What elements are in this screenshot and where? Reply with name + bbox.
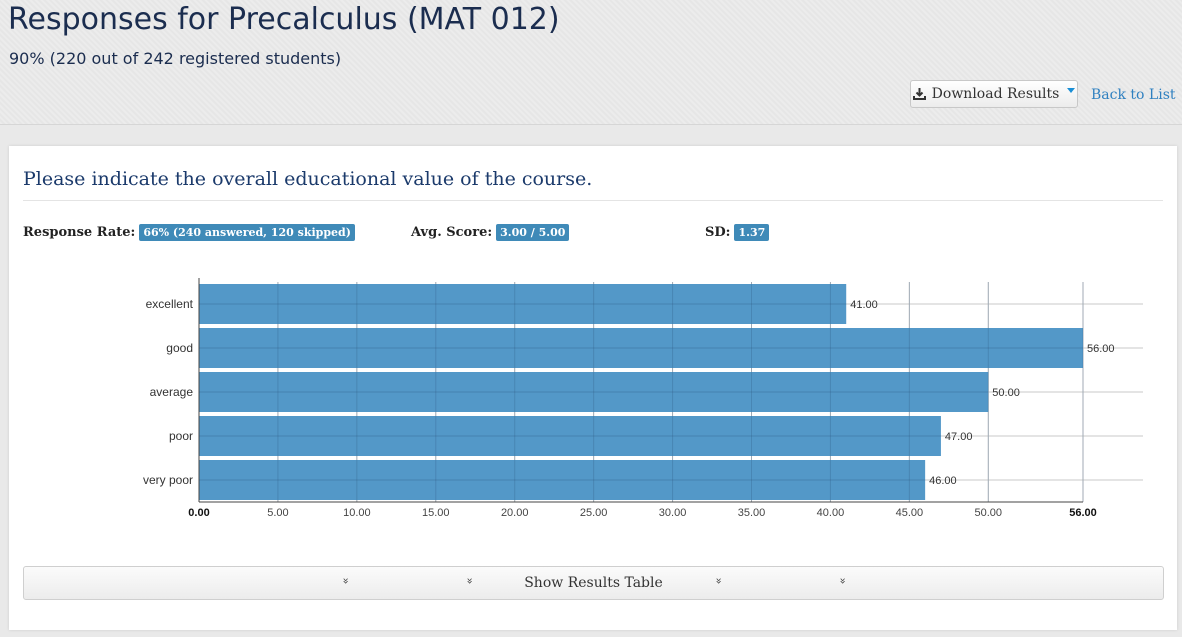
category-label: average — [150, 385, 194, 399]
x-tick-label: 35.00 — [738, 507, 766, 519]
category-label: poor — [169, 429, 193, 443]
category-label: excellent — [146, 297, 194, 311]
x-tick-label: 0.00 — [188, 507, 209, 519]
x-tick-label: 56.00 — [1069, 507, 1097, 519]
x-tick-label: 40.00 — [817, 507, 845, 519]
value-label: 56.00 — [1087, 343, 1115, 355]
value-label: 41.00 — [850, 299, 878, 311]
x-tick-label: 50.00 — [975, 507, 1003, 519]
x-tick-label: 30.00 — [659, 507, 687, 519]
response-bar-chart: excellent good average poor very poor 41.00 56… — [143, 278, 1143, 519]
category-label: very poor — [143, 473, 193, 487]
value-label: 46.00 — [929, 475, 957, 487]
page-header: Responses for Precalculus (MAT 012) 90% … — [0, 0, 1182, 125]
double-chevron-down-icon: » — [712, 577, 726, 585]
x-tick-label: 5.00 — [267, 507, 288, 519]
x-tick-label: 20.00 — [501, 507, 529, 519]
registration-summary: 90% (220 out of 242 registered students) — [9, 49, 342, 68]
download-results-label: Download Results — [931, 86, 1060, 102]
double-chevron-down-icon: » — [836, 577, 850, 585]
x-tick-label: 15.00 — [422, 507, 450, 519]
x-tick-label: 45.00 — [896, 507, 924, 519]
value-label: 50.00 — [992, 387, 1020, 399]
x-tick-label: 25.00 — [580, 507, 608, 519]
caret-down-icon — [1067, 87, 1076, 93]
x-tick-label: 10.00 — [343, 507, 371, 519]
download-results-button[interactable]: Download Results — [910, 80, 1078, 108]
category-label: good — [166, 341, 193, 355]
download-icon — [912, 88, 926, 100]
show-results-table-button[interactable]: » » Show Results Table » » — [23, 566, 1164, 600]
show-results-table-label: Show Results Table — [524, 575, 663, 591]
question-card: Please indicate the overall educational … — [9, 146, 1177, 630]
back-to-list-link[interactable]: Back to List — [1091, 87, 1176, 103]
value-label: 47.00 — [945, 431, 973, 443]
page-title: Responses for Precalculus (MAT 012) — [8, 2, 560, 37]
